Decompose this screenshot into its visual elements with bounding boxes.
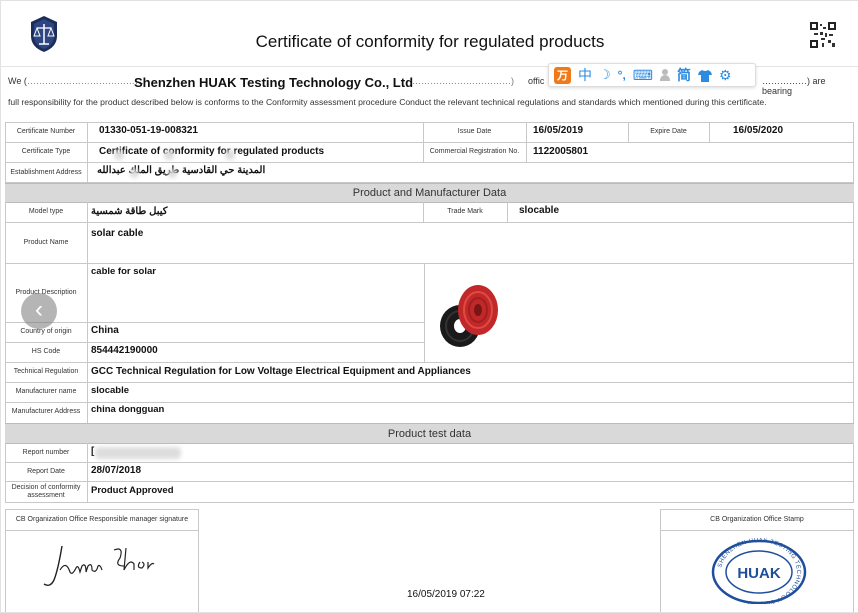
previous-page-button[interactable]: ‹ xyxy=(21,293,57,329)
certificate-type-label: Certificate Type xyxy=(21,148,71,155)
intro-prefix: We ( xyxy=(8,76,27,86)
ime-logo-icon[interactable]: 万 xyxy=(554,66,571,84)
ime-skin-icon[interactable] xyxy=(698,69,713,82)
trade-mark: slocable xyxy=(519,205,560,216)
huak-stamp: SHENZHEN HUAK TESTING TECHNOLOGY CO.,LTD… xyxy=(711,538,807,606)
issue-date-label: Issue Date xyxy=(457,128,492,135)
commercial-registration-label: Commercial Registration No. xyxy=(429,148,520,155)
commercial-registration: 1122005801 xyxy=(533,146,589,157)
hs-code-label: HS Code xyxy=(31,348,61,355)
stamp-text: HUAK xyxy=(737,565,780,582)
model-type: كيبل طاقة شمسية xyxy=(91,206,168,217)
ime-punctuation-icon[interactable]: °, xyxy=(618,68,626,82)
issue-date: 16/05/2019 xyxy=(533,125,584,136)
intro-dots-mid: ……………………………) xyxy=(412,76,514,86)
intro-suffix: ……………) are bearing xyxy=(762,76,826,96)
ime-settings-icon[interactable]: ⚙ xyxy=(719,67,732,84)
country-of-origin: China xyxy=(91,325,119,336)
trade-mark-label: Trade Mark xyxy=(447,208,483,215)
product-photo xyxy=(438,280,504,350)
decision-of-conformity: Product Approved xyxy=(91,485,174,496)
ime-user-icon[interactable] xyxy=(660,69,671,81)
section-product-header: Product and Manufacturer Data xyxy=(5,183,854,203)
product-description: cable for solar xyxy=(91,266,156,277)
emblem-icon xyxy=(28,14,60,54)
hs-code: 854442190000 xyxy=(91,345,158,356)
report-date-label: Report Date xyxy=(27,467,65,475)
product-name-label: Product Name xyxy=(23,238,69,246)
ime-moon-icon[interactable]: ☽ xyxy=(599,67,611,83)
expire-date-label: Expire Date xyxy=(650,128,687,135)
ime-keyboard-icon[interactable]: ⌨ xyxy=(633,67,653,84)
technical-regulation: GCC Technical Regulation for Low Voltage… xyxy=(91,366,471,377)
manufacturer-address: china dongguan xyxy=(91,404,165,415)
certificate-number-label: Certificate Number xyxy=(16,128,76,135)
manufacturer-name-label: Manufacturer name xyxy=(15,388,77,395)
intro-offic: offic xyxy=(528,76,545,86)
company-name: Shenzhen HUAK Testing Technology Co., Lt… xyxy=(134,75,414,90)
stamp-label: CB Organization Office Stamp xyxy=(710,516,804,523)
ime-simplified-icon[interactable]: 简 xyxy=(677,65,691,85)
report-number: [ xyxy=(91,446,95,457)
expire-date: 16/05/2020 xyxy=(733,125,784,136)
manufacturer-name: slocable xyxy=(91,385,130,396)
intro-dots: ………………………………… xyxy=(26,76,144,86)
certificate-type: Certificate of conformity for regulated … xyxy=(99,146,325,157)
technical-regulation-label: Technical Regulation xyxy=(13,368,79,375)
signature-label: CB Organization Office Responsible manag… xyxy=(15,516,189,523)
certificate-number: 01330-051-19-008321 xyxy=(99,125,198,136)
ime-chinese-mode-icon[interactable]: 中 xyxy=(578,65,592,85)
qr-code-icon xyxy=(810,22,836,48)
establishment-address: المدينة حي القادسية طريق الملك عبدالله xyxy=(97,165,266,176)
timestamp: 16/05/2019 07:22 xyxy=(407,589,485,600)
decision-label: Decision of conformity assessment xyxy=(11,484,81,499)
establishment-address-label: Establishment Address xyxy=(10,168,82,176)
chevron-left-icon: ‹ xyxy=(35,295,43,323)
section-test-header: Product test data xyxy=(5,423,854,444)
report-date: 28/07/2018 xyxy=(91,465,142,476)
page-title: Certificate of conformity for regulated … xyxy=(255,32,605,51)
manufacturer-address-label: Manufacturer Address xyxy=(11,408,81,415)
intro-line-2: full responsibility for the product desc… xyxy=(8,97,767,107)
manager-signature xyxy=(40,540,160,594)
ime-toolbar: 万 中 ☽ °, ⌨ 简 ⚙ xyxy=(548,63,756,87)
report-number-label: Report number xyxy=(22,448,70,456)
model-type-label: Model type xyxy=(28,208,64,215)
product-name: solar cable xyxy=(91,228,144,239)
